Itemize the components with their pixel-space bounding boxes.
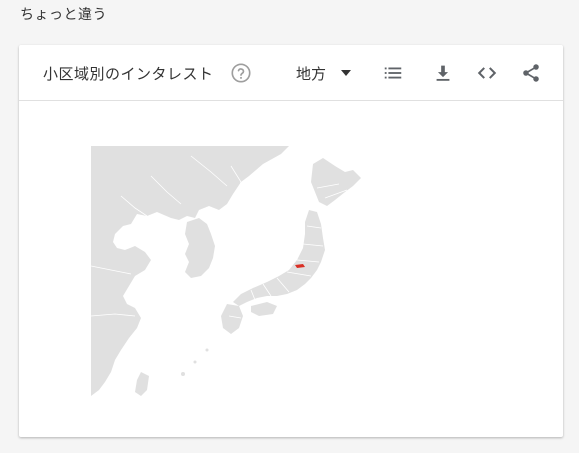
triangle-down-icon: [341, 70, 352, 76]
region-select-label: 地方: [296, 64, 327, 83]
region-select[interactable]: 地方: [287, 59, 352, 87]
list-icon[interactable]: [382, 62, 404, 84]
region-map[interactable]: [91, 146, 401, 396]
card-header: 小区域別のインタレスト 地方: [19, 45, 563, 101]
page-heading: ちょっと違う: [20, 7, 107, 23]
help-circle-icon[interactable]: [230, 62, 252, 84]
code-embed-icon[interactable]: [476, 62, 498, 84]
share-icon[interactable]: [520, 62, 542, 84]
island: [193, 360, 197, 364]
card-title: 小区域別のインタレスト: [43, 65, 214, 83]
interest-by-subregion-card: 小区域別のインタレスト 地方: [19, 45, 563, 437]
island: [205, 348, 209, 352]
download-icon[interactable]: [432, 62, 454, 84]
island: [181, 372, 185, 376]
